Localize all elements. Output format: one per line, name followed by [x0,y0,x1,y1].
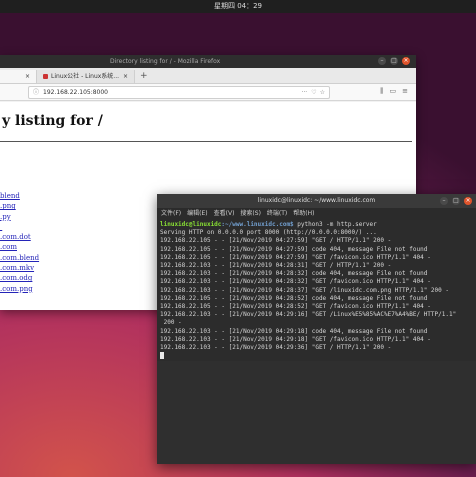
output-line: 192.168.22.103 - - [21/Nov/2019 04:29:16… [160,311,457,319]
file-link[interactable]: .py [0,212,39,222]
output-line: 192.168.22.103 - - [21/Nov/2019 04:28:31… [160,262,392,270]
menu-help[interactable]: 帮助(H) [293,208,314,220]
clock[interactable]: 星期四 04：29 [214,2,262,10]
terminal-titlebar[interactable]: linuxidc@linuxidc: ~/www.linuxidc.com – … [157,194,476,208]
menu-icon[interactable]: ≡ [402,87,408,96]
library-icon[interactable]: ⫼ [380,87,383,96]
terminal-output[interactable]: linuxidc@linuxidc:~/www.linuxidc.com$ py… [157,220,476,362]
sidebar-icon[interactable]: ▭ [390,87,397,96]
tab-label: Linux公社 - Linux系统... [51,73,120,80]
output-line: Serving HTTP on 0.0.0.0 port 8000 (http:… [160,229,377,237]
terminal-menubar: 文件(F) 编辑(E) 查看(V) 搜索(S) 终端(T) 帮助(H) [157,208,476,220]
terminal-title: linuxidc@linuxidc: ~/www.linuxidc.com [257,197,376,204]
output-line: 192.168.22.103 - - [21/Nov/2019 04:28:32… [160,278,431,286]
file-link[interactable] [0,222,39,232]
output-line: 200 - [160,319,182,327]
favicon-icon [43,74,48,79]
page-title: y listing for / [2,113,103,129]
close-tab-icon[interactable]: × [25,70,30,83]
file-link[interactable]: .png [0,201,39,211]
top-bar: 星期四 04：29 [0,0,476,13]
page-actions-icon[interactable]: ··· [301,87,307,98]
file-list: blend .png .py .com.dot .com .com.blend … [0,191,39,294]
window-title: Directory listing for / - Mozilla Firefo… [110,58,221,65]
output-line: 192.168.22.105 - - [21/Nov/2019 04:27:59… [160,245,428,253]
terminal-cursor [160,352,164,360]
command-text: python3 -m http.server [293,221,377,228]
tab-linuxidc[interactable]: Linux公社 - Linux系统... × [37,70,135,83]
output-line: 192.168.22.105 - - [21/Nov/2019 04:28:52… [160,303,431,311]
prompt-user: linuxidc@linuxidc [160,221,222,228]
maximize-button[interactable]: □ [452,197,460,205]
pocket-icon[interactable]: ♡ [311,87,316,98]
output-line: 192.168.22.105 - - [21/Nov/2019 04:28:52… [160,294,428,302]
tab-strip: × Linux公社 - Linux系统... × + [0,68,416,84]
file-link[interactable]: .com [0,242,39,252]
divider [0,141,412,142]
info-icon[interactable]: ⓘ [33,89,39,96]
bookmark-star-icon[interactable]: ☆ [320,87,325,98]
minimize-button[interactable]: – [440,197,448,205]
menu-view[interactable]: 查看(V) [214,208,235,220]
terminal-window-controls: – □ × [440,197,472,205]
navigation-toolbar: ⓘ 192.168.22.105:8000 ··· ♡ ☆ ⫼ ▭ ≡ [0,84,416,101]
menu-edit[interactable]: 编辑(E) [187,208,207,220]
url-text: 192.168.22.105:8000 [43,89,109,96]
new-tab-button[interactable]: + [135,70,153,83]
output-line: 192.168.22.103 - - [21/Nov/2019 04:29:18… [160,335,431,343]
file-link[interactable]: blend [0,191,39,201]
file-link[interactable]: .com.odg [0,273,39,283]
prompt-line: linuxidc@linuxidc:~/www.linuxidc.com$ py… [160,221,377,228]
menu-file[interactable]: 文件(F) [161,208,181,220]
file-link[interactable]: .com.png [0,284,39,294]
output-line: 192.168.22.103 - - [21/Nov/2019 04:28:32… [160,270,428,278]
close-button[interactable]: × [464,197,472,205]
toolbar-icons: ⫼ ▭ ≡ [380,87,408,96]
menu-terminal[interactable]: 终端(T) [267,208,287,220]
file-link[interactable]: .com.blend [0,253,39,263]
url-bar[interactable]: ⓘ 192.168.22.105:8000 ··· ♡ ☆ [28,86,330,99]
firefox-titlebar[interactable]: Directory listing for / - Mozilla Firefo… [0,55,416,68]
close-tab-icon[interactable]: × [123,70,128,83]
maximize-button[interactable]: □ [390,57,398,65]
close-button[interactable]: × [402,57,410,65]
minimize-button[interactable]: – [378,57,386,65]
file-link[interactable]: .com.mkv [0,263,39,273]
output-line: 192.168.22.105 - - [21/Nov/2019 04:27:59… [160,253,431,261]
output-line: 192.168.22.103 - - [21/Nov/2019 04:29:36… [160,344,392,352]
menu-search[interactable]: 搜索(S) [240,208,261,220]
tab-directory-listing[interactable]: × [0,70,37,83]
output-line: 192.168.22.103 - - [21/Nov/2019 04:28:37… [160,286,449,294]
output-line: 192.168.22.105 - - [21/Nov/2019 04:27:59… [160,237,392,245]
terminal-window: linuxidc@linuxidc: ~/www.linuxidc.com – … [157,194,476,464]
prompt-path: :~/www.linuxidc.com$ [221,221,294,228]
output-line: 192.168.22.103 - - [21/Nov/2019 04:29:18… [160,327,428,335]
window-controls: – □ × [378,57,410,65]
file-link[interactable]: .com.dot [0,232,39,242]
